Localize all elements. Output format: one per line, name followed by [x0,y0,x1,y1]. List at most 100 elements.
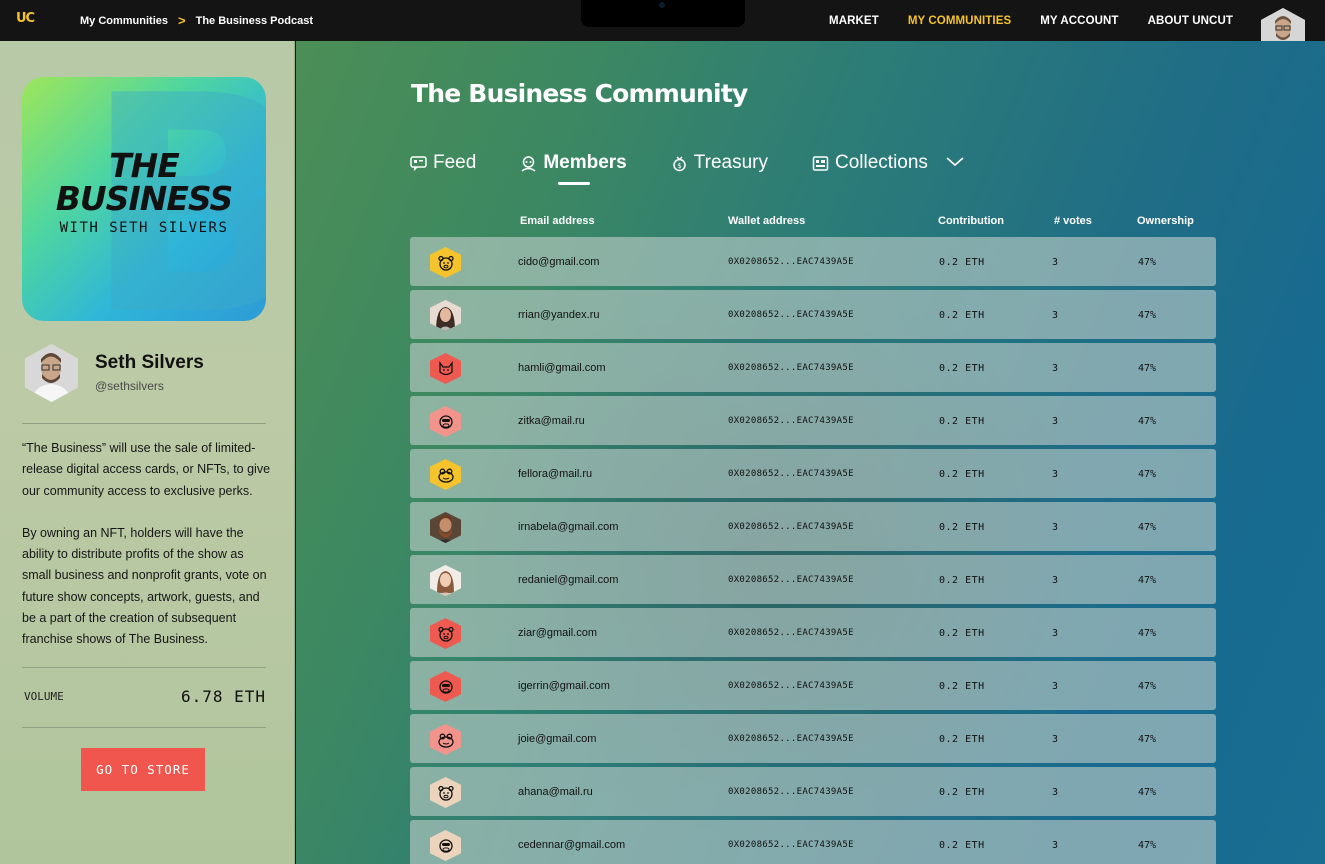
member-contribution: 0.2 ETH [939,522,985,533]
table-row[interactable]: cedennar@gmail.com 0X0208652...EAC7439A5E… [410,820,1216,864]
table-row[interactable]: ziar@gmail.com 0X0208652...EAC7439A5E 0.2 … [410,608,1216,657]
column-votes[interactable]: # votes [1054,215,1092,227]
table-row[interactable]: irnabela@gmail.com 0X0208652...EAC7439A5E… [410,502,1216,551]
member-contribution: 0.2 ETH [939,363,985,374]
member-ownership: 47% [1138,575,1157,586]
member-email[interactable]: cido@gmail.com [518,256,599,268]
member-votes: 3 [1052,787,1059,798]
nav-my-communities[interactable]: MY COMMUNITIES [908,15,1011,27]
member-contribution: 0.2 ETH [939,310,985,321]
volume-value: 6.78 ETH [180,686,266,706]
breadcrumb-current: The Business Podcast [195,14,313,27]
member-email[interactable]: cedennar@gmail.com [518,839,625,851]
divider [22,667,266,668]
tab-feed[interactable]: Feed [410,152,476,174]
table-row[interactable]: fellora@mail.ru 0X0208652...EAC7439A5E 0.2… [410,449,1216,498]
member-wallet[interactable]: 0X0208652...EAC7439A5E [728,681,854,691]
member-avatar [430,300,461,331]
member-email[interactable]: irnabela@gmail.com [518,521,618,533]
table-row[interactable]: zitka@mail.ru 0X0208652...EAC7439A5E 0.2 E… [410,396,1216,445]
member-contribution: 0.2 ETH [939,575,985,586]
members-table-header: Email address Wallet address Contributio… [410,213,1216,229]
member-contribution: 0.2 ETH [939,787,985,798]
member-email[interactable]: joie@gmail.com [518,733,596,745]
member-wallet[interactable]: 0X0208652...EAC7439A5E [728,522,854,532]
tab-collections[interactable]: Collections [812,152,964,174]
host-profile[interactable]: Seth Silvers @sethsilvers [25,344,270,404]
member-wallet[interactable]: 0X0208652...EAC7439A5E [728,310,854,320]
treasury-icon: $ [671,155,688,172]
monkey-icon [430,406,461,437]
nav-about-uncut[interactable]: ABOUT UNCUT [1148,15,1233,27]
divider [22,727,266,728]
tab-members[interactable]: Members [520,152,627,185]
member-ownership: 47% [1138,840,1157,851]
chevron-down-icon[interactable] [946,154,964,172]
member-wallet[interactable]: 0X0208652...EAC7439A5E [728,575,854,585]
member-wallet[interactable]: 0X0208652...EAC7439A5E [728,416,854,426]
member-wallet[interactable]: 0X0208652...EAC7439A5E [728,840,854,850]
svg-text:$: $ [677,162,681,170]
table-row[interactable]: joie@gmail.com 0X0208652...EAC7439A5E 0.2 … [410,714,1216,763]
description-paragraph: “The Business” will use the sale of limi… [22,441,271,498]
column-contribution[interactable]: Contribution [938,215,1004,227]
go-to-store-button[interactable]: GO TO STORE [81,748,205,791]
member-email[interactable]: hamli@gmail.com [518,362,606,374]
uncut-logo[interactable]: UC [16,12,40,26]
breadcrumb-my-communities[interactable]: My Communities [80,15,168,27]
host-avatar [25,344,78,402]
member-email[interactable]: ahana@mail.ru [518,786,593,798]
cat-icon [430,353,461,384]
member-wallet[interactable]: 0X0208652...EAC7439A5E [728,734,854,744]
member-votes: 3 [1052,575,1059,586]
column-wallet[interactable]: Wallet address [728,215,805,227]
member-wallet[interactable]: 0X0208652...EAC7439A5E [728,257,854,267]
member-email[interactable]: redaniel@gmail.com [518,574,618,586]
bear-icon [430,618,461,649]
table-row[interactable]: rrian@yandex.ru 0X0208652...EAC7439A5E 0.2… [410,290,1216,339]
member-email[interactable]: ziar@gmail.com [518,627,597,639]
divider [22,423,266,424]
feed-icon [410,155,427,172]
monkey-icon [430,671,461,702]
nav-my-account[interactable]: MY ACCOUNT [1040,15,1118,27]
member-votes: 3 [1052,416,1059,427]
table-row[interactable]: redaniel@gmail.com 0X0208652...EAC7439A5E… [410,555,1216,604]
tab-label: Feed [433,152,477,173]
community-tabs: Feed Members $ Treasury Collections [410,148,1008,185]
bear-icon [430,247,461,278]
member-contribution: 0.2 ETH [939,469,985,480]
member-ownership: 47% [1138,469,1157,480]
member-email[interactable]: zitka@mail.ru [518,415,585,427]
volume-stat: VOLUME 6.78 ETH [22,681,266,711]
frog-icon [430,459,461,490]
table-row[interactable]: cido@gmail.com 0X0208652...EAC7439A5E 0.2 … [410,237,1216,286]
member-wallet[interactable]: 0X0208652...EAC7439A5E [728,469,854,479]
member-votes: 3 [1052,628,1059,639]
member-votes: 3 [1052,257,1059,268]
column-ownership[interactable]: Ownership [1137,215,1194,227]
table-row[interactable]: igerrin@gmail.com 0X0208652...EAC7439A5E 0… [410,661,1216,710]
member-contribution: 0.2 ETH [939,628,985,639]
cover-title-line2: BUSINESS [55,179,234,218]
member-wallet[interactable]: 0X0208652...EAC7439A5E [728,628,854,638]
member-ownership: 47% [1138,363,1157,374]
tab-treasury[interactable]: $ Treasury [671,152,768,174]
member-ownership: 47% [1138,734,1157,745]
table-row[interactable]: ahana@mail.ru 0X0208652...EAC7439A5E 0.2 E… [410,767,1216,816]
table-row[interactable]: hamli@gmail.com 0X0208652...EAC7439A5E 0.2… [410,343,1216,392]
member-ownership: 47% [1138,681,1157,692]
member-wallet[interactable]: 0X0208652...EAC7439A5E [728,363,854,373]
camera-icon [659,2,665,8]
member-email[interactable]: rrian@yandex.ru [518,309,599,321]
member-email[interactable]: igerrin@gmail.com [518,680,610,692]
member-wallet[interactable]: 0X0208652...EAC7439A5E [728,787,854,797]
member-email[interactable]: fellora@mail.ru [518,468,592,480]
breadcrumb: My Communities > The Business Podcast [80,0,313,41]
column-email[interactable]: Email address [520,215,595,227]
member-avatar [430,565,461,596]
nav-market[interactable]: MARKET [829,15,879,27]
tab-label: Members [543,152,627,173]
monkey-icon [430,830,461,861]
member-ownership: 47% [1138,628,1157,639]
